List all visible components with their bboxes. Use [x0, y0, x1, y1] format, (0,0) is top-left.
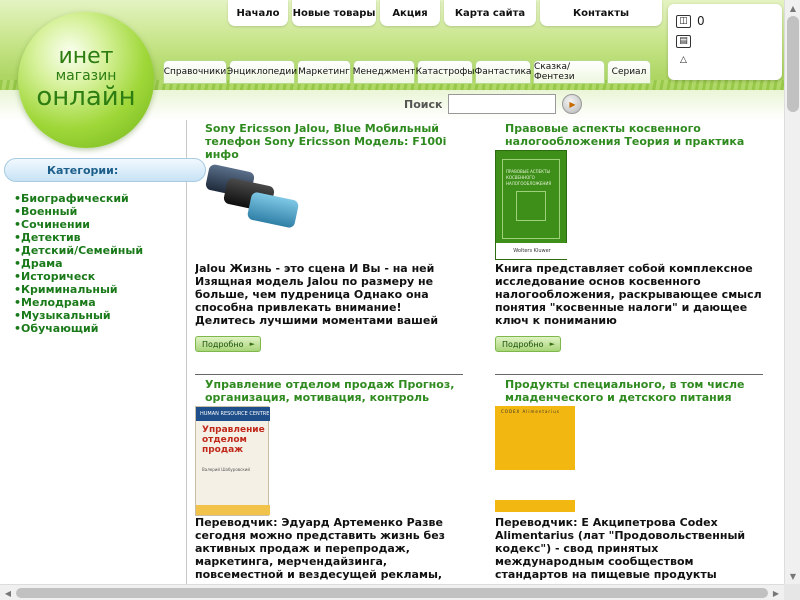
cover-title: Управление отделом продаж — [202, 425, 265, 455]
search-go-icon[interactable]: ▶ — [562, 94, 583, 114]
product-image[interactable]: HUMAN RESOURCE CENTRE Управление отделом… — [195, 406, 270, 516]
cat-nav-marketing[interactable]: Маркетинг — [297, 60, 351, 84]
cover-title: ПРАВОВЫЕ АСПЕКТЫ КОСВЕННОГО НАЛОГООБЛОЖЕ… — [506, 169, 552, 186]
product-image[interactable] — [195, 160, 305, 234]
product-title[interactable]: Правовые аспекты косвенного налогообложе… — [505, 122, 765, 148]
product-description: Книга представляет собой комплексное исс… — [495, 262, 762, 327]
top-nav-new-products[interactable]: Новые товары — [292, 0, 376, 26]
details-button[interactable]: Подробно ► — [195, 336, 261, 352]
vertical-scroll-thumb[interactable] — [787, 16, 799, 112]
category-link[interactable]: •Историческ — [14, 270, 143, 283]
product-image[interactable]: ПРАВОВЫЕ АСПЕКТЫ КОСВЕННОГО НАЛОГООБЛОЖЕ… — [495, 150, 568, 260]
cat-nav-reference[interactable]: Справочники — [163, 60, 227, 84]
top-nav-home[interactable]: Начало — [228, 0, 288, 26]
top-navigation: Начало Новые товары Акция Карта сайта Ко… — [228, 0, 662, 26]
details-button[interactable]: Подробно ► — [495, 336, 561, 352]
horizontal-scrollbar[interactable]: ◀ ▶ — [0, 584, 784, 600]
cart-row[interactable]: ◫ 0 — [676, 14, 705, 28]
logo-line-1: инет — [58, 44, 114, 69]
product-card: Продукты специального, в том числе младе… — [495, 378, 765, 584]
vertical-scrollbar[interactable]: ▲ ▼ — [784, 0, 800, 584]
product-card: Sony Ericsson Jalou, Blue Мобильный теле… — [195, 122, 465, 375]
arrow-right-icon: ► — [549, 340, 555, 348]
top-nav-sitemap[interactable]: Карта сайта — [444, 0, 536, 26]
search-label: Поиск — [404, 97, 443, 111]
cover-white-block — [495, 470, 575, 500]
top-nav-contacts[interactable]: Контакты — [540, 0, 662, 26]
logo-line-3: онлайн — [36, 82, 136, 112]
categories-header: Категории: — [4, 158, 206, 182]
cover-publisher: Wolters Kluwer — [496, 243, 568, 259]
scroll-up-icon[interactable]: ▲ — [785, 0, 800, 16]
lock-icon: △ — [680, 55, 687, 65]
scrollbar-corner — [784, 584, 800, 600]
lock-row[interactable]: △ — [676, 54, 691, 67]
cover-band: HUMAN RESOURCE CENTRE — [196, 407, 270, 421]
cart-box: ◫ 0 ▤ △ — [668, 4, 782, 80]
product-description: Jalou Жизнь - это сцена И Вы - на ней Из… — [195, 262, 439, 327]
cat-nav-management[interactable]: Менеджмент — [353, 60, 415, 84]
category-link[interactable]: •Криминальный — [14, 283, 143, 296]
scroll-down-icon[interactable]: ▼ — [785, 568, 800, 584]
category-link[interactable]: •Биографический — [14, 192, 143, 205]
details-button-label: Подробно — [202, 339, 244, 349]
product-image[interactable]: CODEX Alimentarius — [495, 406, 575, 512]
category-link[interactable]: •Сочинении — [14, 218, 143, 231]
cover-footer — [196, 505, 270, 515]
id-card-icon: ▤ — [676, 35, 691, 48]
category-list: •Биографический •Военный •Сочинении •Дет… — [14, 192, 143, 335]
cover-graphic — [516, 191, 546, 221]
product-card: Правовые аспекты косвенного налогообложе… — [495, 122, 765, 375]
scroll-left-icon[interactable]: ◀ — [0, 585, 16, 600]
account-row[interactable]: ▤ — [676, 35, 691, 48]
cat-nav-series[interactable]: Сериал — [607, 60, 651, 84]
card-separator — [495, 374, 763, 375]
category-link[interactable]: •Детский/Семейный — [14, 244, 143, 257]
cat-nav-fairytale-fantasy[interactable]: Сказка/Фентези — [533, 60, 605, 84]
cover-author: Валерий Шабуровский — [202, 467, 250, 472]
phone-light-blue — [246, 191, 300, 229]
top-nav-promo[interactable]: Акция — [380, 0, 440, 26]
cat-nav-disasters[interactable]: Катастрофы — [416, 60, 474, 84]
category-link[interactable]: •Обучающий — [14, 322, 143, 335]
product-title[interactable]: Управление отделом продаж Прогноз, орган… — [205, 378, 465, 404]
site-logo[interactable]: инет магазин онлайн — [18, 12, 154, 148]
cart-count: 0 — [697, 14, 705, 28]
category-link[interactable]: •Детектив — [14, 231, 143, 244]
product-card: Управление отделом продаж Прогноз, орган… — [195, 378, 465, 584]
scroll-right-icon[interactable]: ▶ — [768, 585, 784, 600]
category-link[interactable]: •Драма — [14, 257, 143, 270]
category-navigation: Справочники Энциклопедии Маркетинг Менед… — [163, 60, 651, 84]
search-bar: Поиск ▶ — [404, 94, 583, 114]
product-description: Переводчик: Е Акципетрова Codex Alimenta… — [495, 516, 746, 581]
horizontal-scroll-thumb[interactable] — [16, 588, 768, 598]
cat-nav-encyclopedias[interactable]: Энциклопедии — [227, 60, 297, 84]
product-description: Переводчик: Эдуард Артеменко Разве сегод… — [195, 516, 446, 581]
product-title[interactable]: Sony Ericsson Jalou, Blue Мобильный теле… — [205, 122, 465, 161]
details-button-label: Подробно — [502, 339, 544, 349]
category-link[interactable]: •Музыкальный — [14, 309, 143, 322]
category-link[interactable]: •Мелодрама — [14, 296, 143, 309]
category-link[interactable]: •Военный — [14, 205, 143, 218]
card-separator — [195, 374, 463, 375]
cart-icon: ◫ — [676, 14, 691, 28]
cat-nav-fiction[interactable]: Фантастика — [475, 60, 531, 84]
search-input[interactable] — [448, 94, 557, 114]
cover-header: CODEX Alimentarius — [501, 408, 560, 414]
arrow-right-icon: ► — [249, 340, 255, 348]
